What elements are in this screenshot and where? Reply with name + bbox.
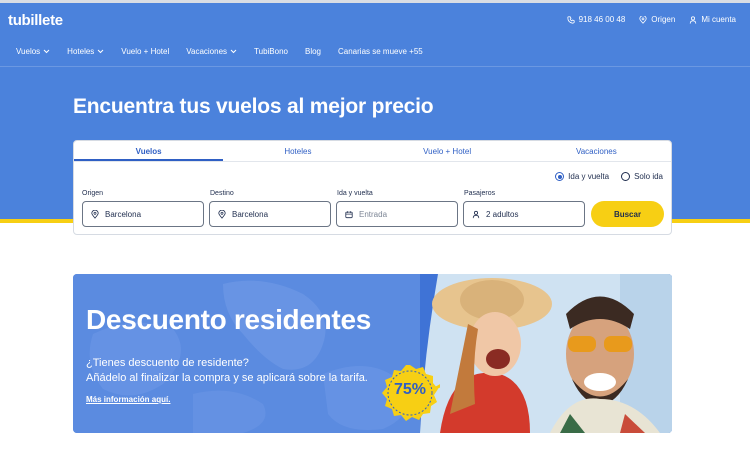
- phone-link[interactable]: 918 46 00 48: [566, 15, 626, 24]
- nav-item-label: Hoteles: [67, 47, 95, 56]
- origin-value: Barcelona: [105, 209, 142, 219]
- location-pin-icon: [91, 209, 99, 219]
- nav-item-label: TubiBono: [254, 47, 288, 56]
- origin-link-label: Origen: [651, 15, 676, 24]
- promo-line-1: ¿Tienes descuento de residente?: [86, 357, 249, 369]
- tab-vacaciones[interactable]: Vacaciones: [522, 141, 671, 161]
- nav-item-label: Vacaciones: [186, 47, 228, 56]
- search-box: Vuelos Hoteles Vuelo + Hotel Vacaciones …: [73, 140, 672, 235]
- nav-item-label: Vuelos: [16, 47, 41, 56]
- phone-icon: [566, 15, 575, 24]
- promo-title: Descuento residentes: [86, 304, 371, 335]
- main-nav: Vuelos Hoteles Vuelo + Hotel Vacaciones …: [16, 47, 440, 56]
- top-links: 918 46 00 48 Origen Mi cuenta: [566, 15, 736, 24]
- tab-vuelo-hotel[interactable]: Vuelo + Hotel: [373, 141, 522, 161]
- promo-description: ¿Tienes descuento de residente? Añádelo …: [86, 356, 368, 386]
- radio-one-way[interactable]: Solo ida: [621, 172, 663, 181]
- radio-selected-indicator: [555, 172, 565, 181]
- destination-value: Barcelona: [232, 209, 269, 219]
- couple-photo: [420, 274, 672, 433]
- nav-item-label: Vuelo + Hotel: [121, 47, 170, 56]
- nav-item-vuelos[interactable]: Vuelos: [16, 47, 50, 56]
- dates-label: Ida y vuelta: [337, 190, 373, 197]
- nav-item-vacaciones[interactable]: Vacaciones: [186, 47, 237, 56]
- dates-field[interactable]: Entrada: [336, 201, 458, 227]
- nav-divider: [0, 66, 750, 67]
- destination-label: Destino: [210, 190, 234, 197]
- radio-unselected-indicator: [621, 172, 631, 181]
- discount-badge-value: 75%: [393, 381, 427, 398]
- origin-link[interactable]: Origen: [639, 15, 675, 24]
- radio-round-trip-label: Ida y vuelta: [568, 172, 610, 181]
- passengers-field[interactable]: 2 adultos: [463, 201, 585, 227]
- site-logo[interactable]: tubillete: [8, 12, 63, 29]
- phone-number: 918 46 00 48: [578, 15, 626, 24]
- dates-placeholder: Entrada: [359, 209, 388, 219]
- account-link[interactable]: Mi cuenta: [689, 15, 736, 24]
- chevron-down-icon: [230, 49, 237, 54]
- search-tabs: Vuelos Hoteles Vuelo + Hotel Vacaciones: [74, 141, 671, 162]
- trip-type-selector: Ida y vuelta Solo ida: [555, 172, 663, 181]
- location-pin-icon: [218, 209, 226, 219]
- passengers-value: 2 adultos: [486, 209, 519, 219]
- nav-item-tubibono[interactable]: TubiBono: [254, 47, 288, 56]
- hero-title: Encuentra tus vuelos al mejor precio: [73, 95, 434, 118]
- nav-item-blog[interactable]: Blog: [305, 47, 321, 56]
- nav-item-label: Canarias se mueve +55: [338, 47, 423, 56]
- radio-round-trip[interactable]: Ida y vuelta: [555, 172, 609, 181]
- nav-item-vuelo-hotel[interactable]: Vuelo + Hotel: [121, 47, 169, 56]
- more-info-link[interactable]: Más información aquí.: [86, 395, 170, 404]
- resident-discount-banner: 75% Descuento residentes ¿Tienes descuen…: [73, 274, 672, 433]
- chevron-down-icon: [43, 49, 50, 54]
- origin-field[interactable]: Barcelona: [82, 201, 204, 227]
- tab-hoteles[interactable]: Hoteles: [223, 141, 372, 161]
- nav-item-label: Blog: [304, 47, 321, 56]
- user-icon: [472, 210, 480, 218]
- tab-vuelos[interactable]: Vuelos: [74, 141, 224, 161]
- nav-item-canarias[interactable]: Canarias se mueve +55: [338, 47, 423, 56]
- chevron-down-icon: [97, 49, 104, 54]
- origin-label: Origen: [82, 190, 104, 197]
- search-button[interactable]: Buscar: [591, 201, 664, 227]
- account-link-label: Mi cuenta: [701, 15, 736, 24]
- radio-one-way-label: Solo ida: [634, 172, 663, 181]
- promo-line-2: Añádelo al finalizar la compra y se apli…: [86, 372, 368, 384]
- location-pin-icon: [639, 15, 647, 24]
- passengers-label: Pasajeros: [464, 190, 496, 197]
- calendar-icon: [345, 210, 353, 218]
- destination-field[interactable]: Barcelona: [209, 201, 331, 227]
- user-icon: [690, 15, 697, 24]
- nav-item-hoteles[interactable]: Hoteles: [67, 47, 104, 56]
